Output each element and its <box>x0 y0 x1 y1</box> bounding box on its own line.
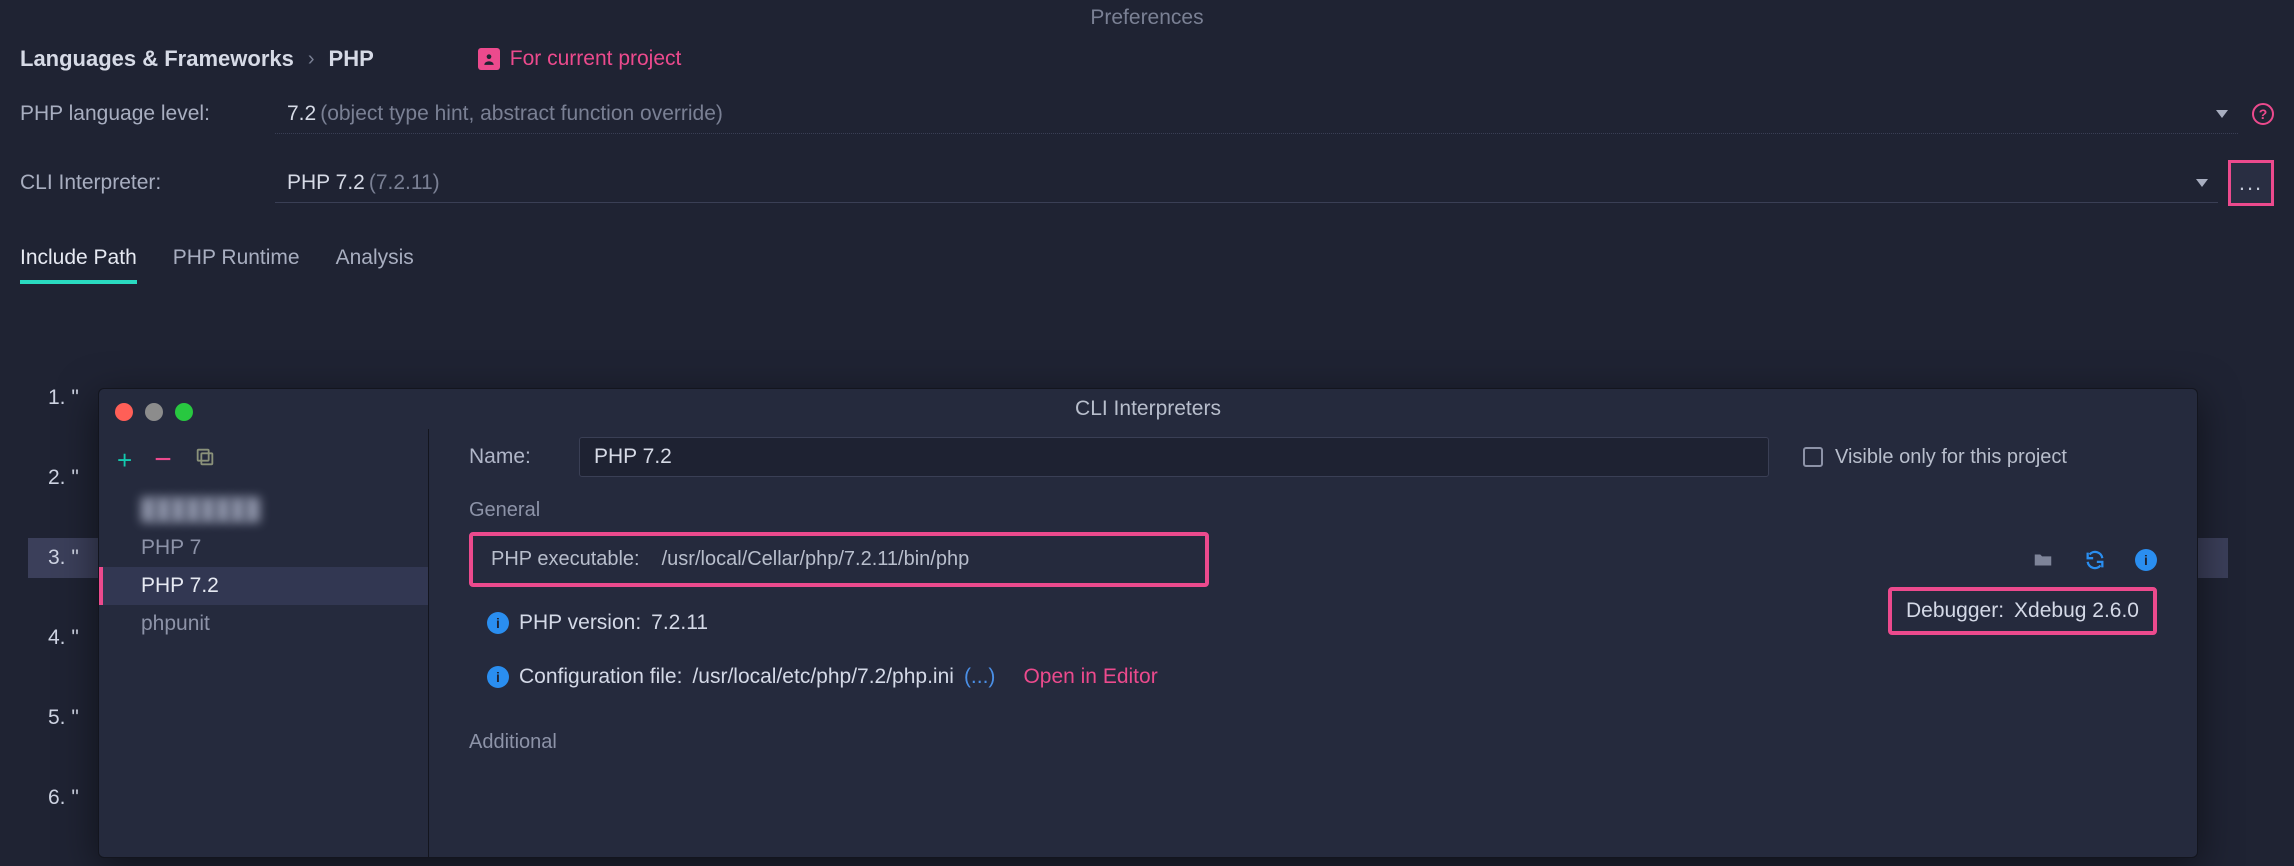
config-file-value: /usr/local/etc/php/7.2/php.ini <box>692 665 954 689</box>
copy-icon[interactable] <box>194 446 216 474</box>
tab-analysis[interactable]: Analysis <box>336 246 414 284</box>
project-scope-label: For current project <box>510 47 682 71</box>
project-scope-badge: For current project <box>478 47 682 71</box>
breadcrumb: Languages & Frameworks › PHP For current… <box>0 38 2294 94</box>
interpreter-list-panel: + − ████████ PHP 7 PHP 7.2 phpunit <box>99 429 429 857</box>
tab-include-path[interactable]: Include Path <box>20 246 137 284</box>
minimize-window-icon[interactable] <box>145 403 163 421</box>
php-version-label: PHP version: <box>519 611 641 635</box>
help-icon[interactable]: ? <box>2252 103 2274 125</box>
tab-bar: Include Path PHP Runtime Analysis <box>0 232 2294 284</box>
debugger-label: Debugger: <box>1906 599 2004 623</box>
info-icon[interactable]: i <box>2135 549 2157 571</box>
debugger-highlight: Debugger: Xdebug 2.6.0 <box>1888 587 2157 635</box>
breadcrumb-seg-1[interactable]: Languages & Frameworks <box>20 46 294 72</box>
cli-interpreter-label: CLI Interpreter: <box>20 171 275 195</box>
interpreter-item[interactable]: ████████ <box>99 491 428 529</box>
php-executable-label: PHP executable: <box>491 548 640 571</box>
cli-hint: (7.2.11) <box>369 171 440 195</box>
interpreter-toolbar: + − <box>99 439 428 491</box>
cli-interpreters-dialog: CLI Interpreters + − ████████ PHP 7 PHP … <box>98 388 2198 858</box>
info-icon: i <box>487 666 509 688</box>
breadcrumb-separator: › <box>308 48 315 71</box>
debugger-value: Xdebug 2.6.0 <box>2014 599 2139 623</box>
php-executable-value[interactable]: /usr/local/Cellar/php/7.2.11/bin/php <box>662 548 970 571</box>
additional-section-label: Additional <box>469 731 2157 754</box>
tab-php-runtime[interactable]: PHP Runtime <box>173 246 300 284</box>
chevron-down-icon <box>2196 179 2208 187</box>
cli-value: PHP 7.2 <box>287 171 365 195</box>
name-input[interactable]: PHP 7.2 <box>579 437 1769 477</box>
checkbox-icon <box>1803 447 1823 467</box>
interpreter-detail-panel: Name: PHP 7.2 Visible only for this proj… <box>429 429 2197 857</box>
lang-level-hint: (object type hint, abstract function ove… <box>320 102 723 126</box>
visible-only-checkbox[interactable]: Visible only for this project <box>1803 446 2067 469</box>
close-window-icon[interactable] <box>115 403 133 421</box>
interpreter-item[interactable]: phpunit <box>99 605 428 643</box>
info-icon: i <box>487 612 509 634</box>
lang-level-label: PHP language level: <box>20 102 275 126</box>
open-in-editor-link[interactable]: Open in Editor <box>1023 665 1157 689</box>
cli-interpreter-dropdown[interactable]: PHP 7.2 (7.2.11) <box>275 163 2218 203</box>
interpreter-item[interactable]: PHP 7.2 <box>99 567 428 605</box>
person-icon <box>478 48 500 70</box>
dialog-title: CLI Interpreters <box>99 389 2197 421</box>
php-version-value: 7.2.11 <box>651 611 708 635</box>
chevron-down-icon <box>2216 110 2228 118</box>
cli-interpreter-more-button[interactable]: ... <box>2228 160 2274 206</box>
interpreter-item[interactable]: PHP 7 <box>99 529 428 567</box>
zoom-window-icon[interactable] <box>175 403 193 421</box>
config-file-ellipsis[interactable]: (...) <box>964 665 996 689</box>
lang-level-dropdown[interactable]: 7.2 (object type hint, abstract function… <box>275 94 2238 134</box>
add-icon[interactable]: + <box>117 445 132 476</box>
general-section-label: General <box>469 499 2157 522</box>
breadcrumb-seg-2[interactable]: PHP <box>329 46 374 72</box>
remove-icon[interactable]: − <box>154 443 172 477</box>
refresh-icon[interactable] <box>2083 548 2107 572</box>
lang-level-value: 7.2 <box>287 102 316 126</box>
name-label: Name: <box>469 445 579 469</box>
php-executable-highlight: PHP executable: /usr/local/Cellar/php/7.… <box>469 532 1209 587</box>
folder-icon[interactable] <box>2031 548 2055 572</box>
window-controls <box>115 403 193 421</box>
config-file-label: Configuration file: <box>519 665 682 689</box>
window-title: Preferences <box>0 0 2294 38</box>
visible-only-label: Visible only for this project <box>1835 446 2067 469</box>
